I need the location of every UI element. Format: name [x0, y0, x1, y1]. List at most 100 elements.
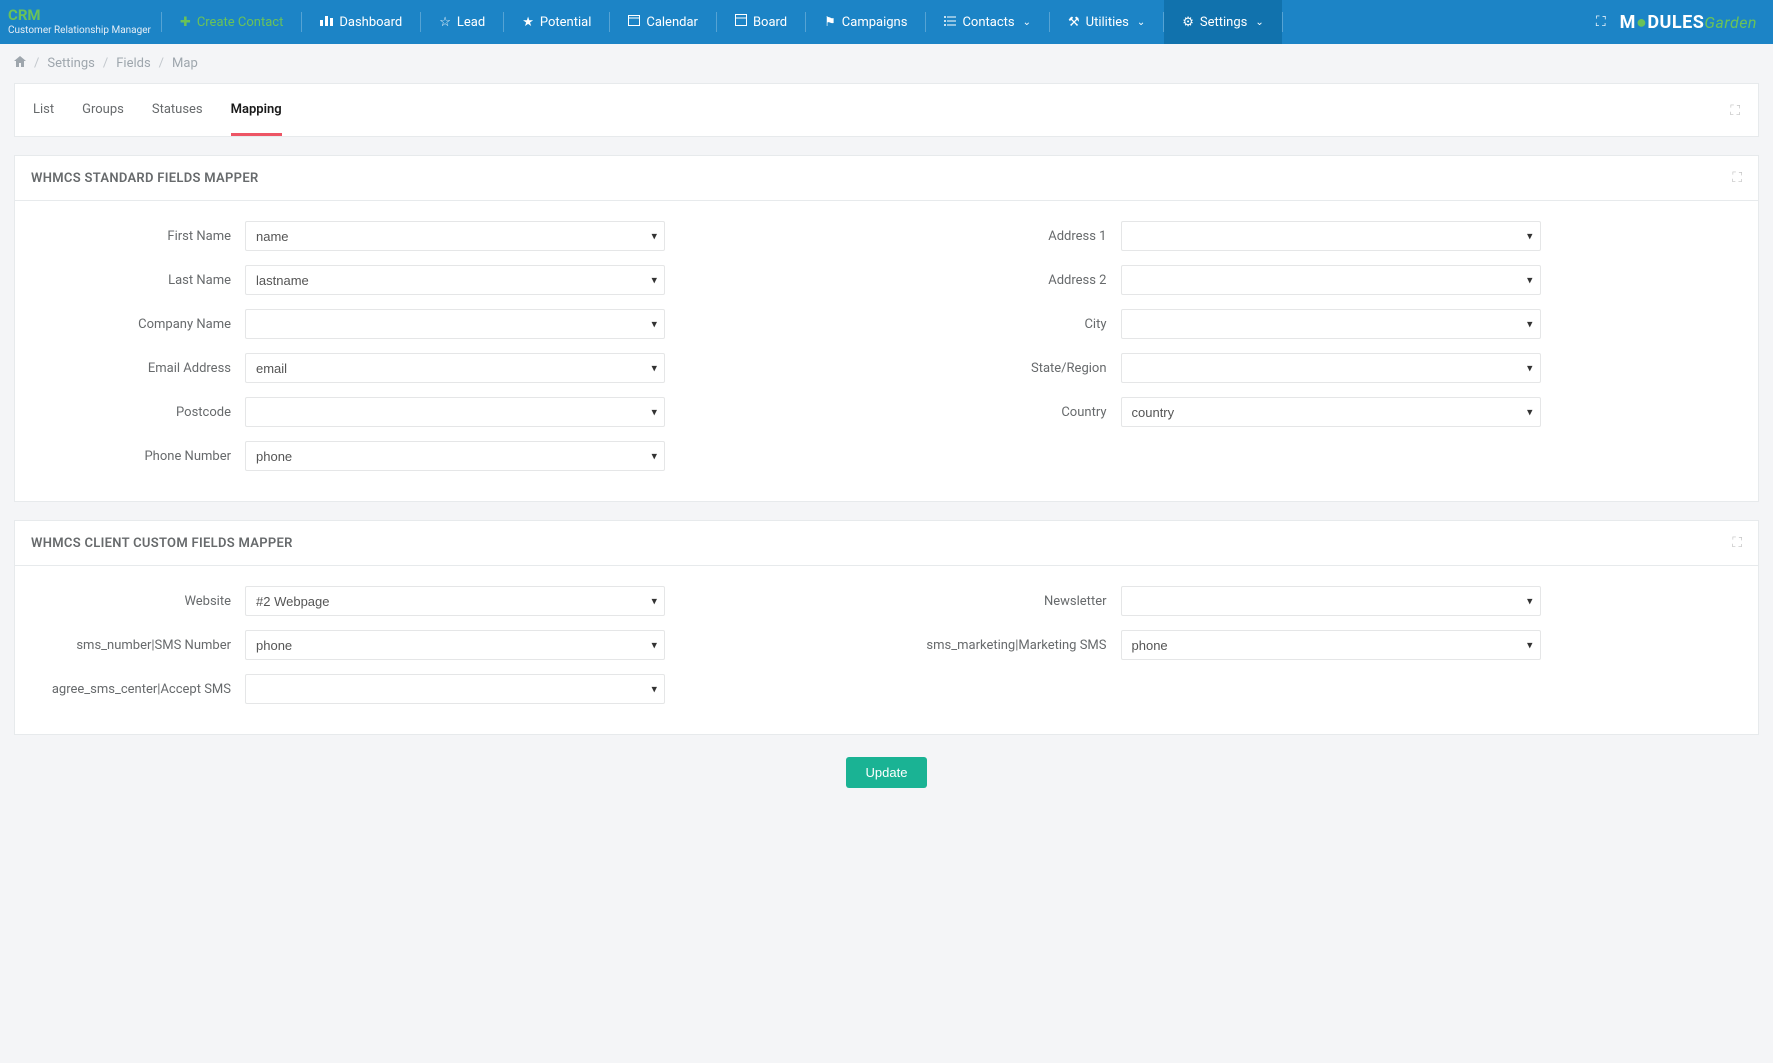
- nav-potential[interactable]: ★ Potential: [504, 0, 609, 44]
- gear-icon: ⚙: [1182, 15, 1194, 30]
- form-row: Last Name lastname: [31, 265, 867, 295]
- brand-title: CRM: [8, 8, 151, 23]
- select-wrap: lastname: [245, 265, 665, 295]
- board-icon: [735, 14, 747, 30]
- form-row: Phone Number phone: [31, 441, 867, 471]
- select-wrap: phone: [1121, 630, 1541, 660]
- form-column-left: First NamenameLast NamelastnameCompany N…: [31, 221, 867, 471]
- utilities-icon: ⚒: [1068, 15, 1080, 30]
- form-row: Postcode: [31, 397, 867, 427]
- nav-campaigns[interactable]: ⚑ Campaigns: [806, 0, 925, 44]
- breadcrumb-separator: /: [159, 56, 164, 71]
- update-button[interactable]: Update: [846, 757, 928, 788]
- select-wrap: phone: [245, 630, 665, 660]
- field-select[interactable]: email: [245, 353, 665, 383]
- field-select[interactable]: phone: [245, 441, 665, 471]
- nav-label: Settings: [1200, 15, 1247, 30]
- select-wrap: [1121, 221, 1541, 251]
- field-select[interactable]: [1121, 265, 1541, 295]
- fullscreen-icon[interactable]: ⛶: [1596, 14, 1606, 30]
- field-label: sms_number|SMS Number: [31, 638, 231, 653]
- field-select[interactable]: name: [245, 221, 665, 251]
- nav-label: Board: [753, 15, 787, 30]
- nav-label: Utilities: [1086, 15, 1129, 30]
- select-wrap: [245, 674, 665, 704]
- panel-body: First NamenameLast NamelastnameCompany N…: [15, 201, 1758, 501]
- star-icon: ★: [522, 15, 534, 30]
- nav-create-contact[interactable]: ✚ Create Contact: [162, 0, 301, 44]
- field-select[interactable]: lastname: [245, 265, 665, 295]
- custom-fields-panel: WHMCS CLIENT CUSTOM FIELDS MAPPER ⛶ Webs…: [14, 520, 1759, 735]
- field-select[interactable]: [1121, 586, 1541, 616]
- form-row: Address 2: [907, 265, 1743, 295]
- nav-utilities[interactable]: ⚒ Utilities ⌄: [1050, 0, 1163, 44]
- field-label: Country: [907, 405, 1107, 420]
- panel-header: WHMCS CLIENT CUSTOM FIELDS MAPPER ⛶: [15, 521, 1758, 566]
- field-select[interactable]: [245, 674, 665, 704]
- nav-label: Lead: [457, 15, 485, 30]
- form-row: Address 1: [907, 221, 1743, 251]
- content: List Groups Statuses Mapping ⛶ WHMCS STA…: [0, 83, 1773, 818]
- select-wrap: [245, 397, 665, 427]
- form-row: City: [907, 309, 1743, 339]
- nav-items: ✚ Create Contact Dashboard ☆ Lead ★ Pote…: [161, 0, 1283, 44]
- nav-calendar[interactable]: Calendar: [610, 0, 716, 44]
- form-row: State/Region: [907, 353, 1743, 383]
- tab-list[interactable]: List: [33, 102, 54, 136]
- nav-label: Potential: [540, 15, 592, 30]
- field-select[interactable]: [1121, 353, 1541, 383]
- breadcrumb-map: Map: [172, 56, 198, 71]
- expand-icon[interactable]: ⛶: [1730, 103, 1740, 135]
- expand-icon[interactable]: ⛶: [1732, 535, 1742, 551]
- standard-fields-panel: WHMCS STANDARD FIELDS MAPPER ⛶ First Nam…: [14, 155, 1759, 502]
- field-select[interactable]: [1121, 221, 1541, 251]
- field-select[interactable]: #2 Webpage: [245, 586, 665, 616]
- field-select[interactable]: [1121, 309, 1541, 339]
- breadcrumb-home[interactable]: [14, 56, 26, 71]
- nav-dashboard[interactable]: Dashboard: [302, 0, 420, 44]
- field-select[interactable]: country: [1121, 397, 1541, 427]
- select-wrap: email: [245, 353, 665, 383]
- nav-separator: [1282, 12, 1283, 32]
- tab-mapping[interactable]: Mapping: [231, 102, 282, 136]
- form-row: First Name name: [31, 221, 867, 251]
- field-label: Last Name: [31, 273, 231, 288]
- select-wrap: #2 Webpage: [245, 586, 665, 616]
- panel-header: WHMCS STANDARD FIELDS MAPPER ⛶: [15, 156, 1758, 201]
- field-label: First Name: [31, 229, 231, 244]
- tab-statuses[interactable]: Statuses: [152, 102, 203, 136]
- nav-board[interactable]: Board: [717, 0, 805, 44]
- select-wrap: [1121, 309, 1541, 339]
- brand: CRM Customer Relationship Manager: [0, 8, 161, 36]
- field-label: Phone Number: [31, 449, 231, 464]
- chevron-down-icon: ⌄: [1137, 17, 1145, 28]
- field-select[interactable]: phone: [1121, 630, 1541, 660]
- form-row: Email Address email: [31, 353, 867, 383]
- select-wrap: country: [1121, 397, 1541, 427]
- form-row: agree_sms_center|Accept SMS: [31, 674, 867, 704]
- form-row: Country country: [907, 397, 1743, 427]
- tab-groups[interactable]: Groups: [82, 102, 124, 136]
- breadcrumb-settings[interactable]: Settings: [47, 56, 94, 71]
- flag-icon: ⚑: [824, 15, 836, 30]
- tabs: List Groups Statuses Mapping: [33, 102, 282, 136]
- field-label: State/Region: [907, 361, 1107, 376]
- field-label: Email Address: [31, 361, 231, 376]
- expand-icon[interactable]: ⛶: [1732, 170, 1742, 186]
- nav-label: Contacts: [962, 15, 1014, 30]
- brand-subtitle: Customer Relationship Manager: [8, 25, 151, 36]
- breadcrumb: / Settings / Fields / Map: [0, 44, 1773, 83]
- nav-settings[interactable]: ⚙ Settings ⌄: [1164, 0, 1282, 44]
- star-outline-icon: ☆: [439, 15, 451, 30]
- field-select[interactable]: phone: [245, 630, 665, 660]
- breadcrumb-fields[interactable]: Fields: [116, 56, 150, 71]
- field-select[interactable]: [245, 397, 665, 427]
- home-icon: [14, 56, 26, 71]
- panel-body: Website#2 Webpagesms_number|SMS Numberph…: [15, 566, 1758, 734]
- field-select[interactable]: [245, 309, 665, 339]
- nav-contacts[interactable]: Contacts ⌄: [926, 0, 1049, 44]
- plus-circle-icon: ✚: [180, 15, 191, 30]
- top-nav: CRM Customer Relationship Manager ✚ Crea…: [0, 0, 1773, 44]
- nav-lead[interactable]: ☆ Lead: [421, 0, 503, 44]
- select-wrap: phone: [245, 441, 665, 471]
